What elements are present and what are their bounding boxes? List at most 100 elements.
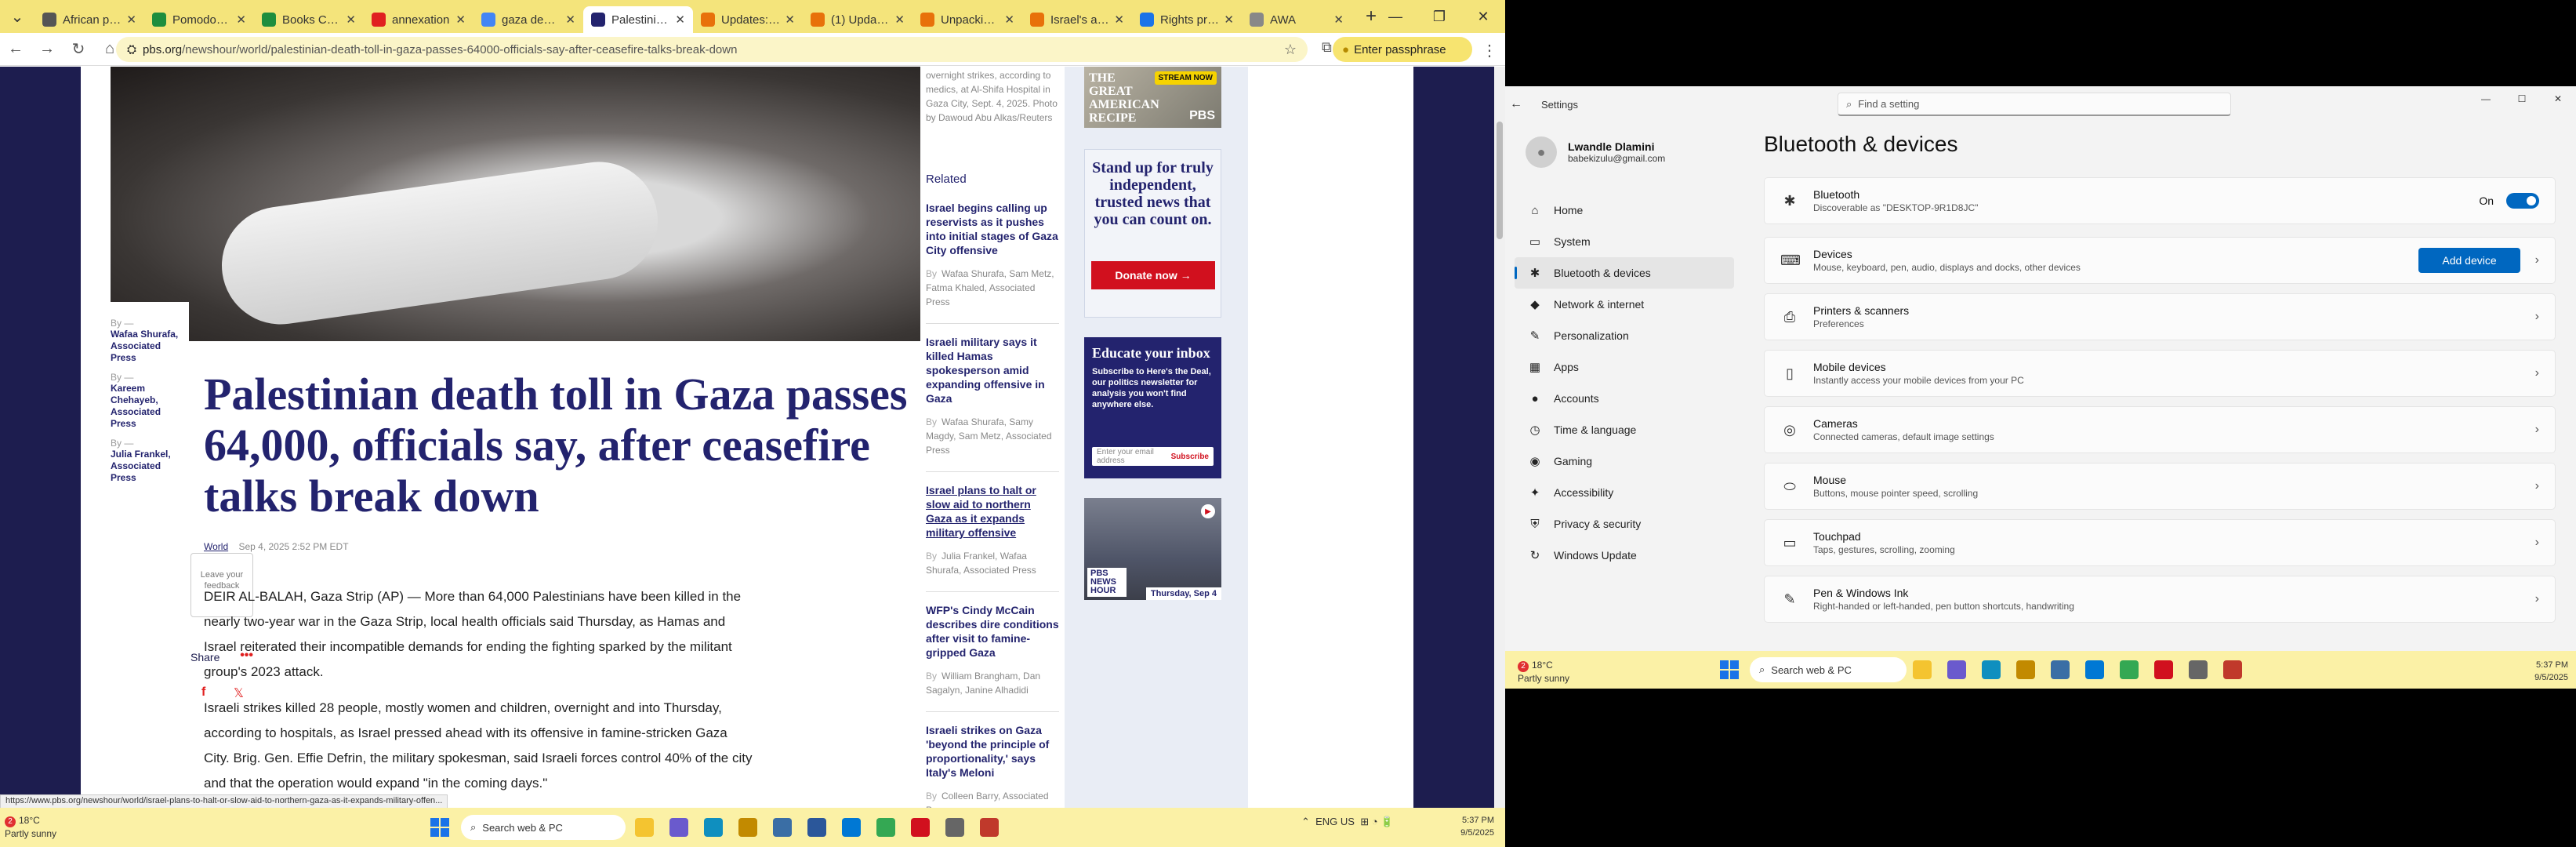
subscribe-button[interactable]: Subscribe (1171, 453, 1209, 461)
app-icon[interactable] (980, 818, 999, 837)
tab-close-icon[interactable]: ✕ (785, 13, 795, 27)
url-field[interactable]: ⛭ pbs.org /newshour/world/palestinian-de… (116, 37, 1308, 62)
chrome-icon[interactable] (2120, 660, 2139, 679)
bluetooth-card[interactable]: ✱ Bluetooth Discoverable as "DESKTOP-9R1… (1764, 177, 2556, 224)
file-explorer-icon[interactable] (1913, 660, 1932, 679)
tab-close-icon[interactable]: ✕ (346, 13, 356, 27)
minimize-icon[interactable]: — (1373, 0, 1417, 33)
tab-8[interactable]: Unpacking I ✕ (912, 6, 1022, 33)
settings-search[interactable]: ⌕ Find a setting (1838, 93, 2231, 116)
site-info-icon[interactable]: ⛭ (127, 43, 136, 56)
related-title[interactable]: Israel begins calling up reservists as i… (926, 201, 1059, 257)
byline-author[interactable]: Wafaa Shurafa, Associated Press (111, 329, 189, 364)
minimize-icon[interactable]: — (2468, 91, 2504, 107)
card-cameras[interactable]: ◎ Cameras Connected cameras, default image… (1764, 406, 2556, 453)
tab-5[interactable]: Palestinian d ✕ (583, 6, 693, 33)
edge-icon[interactable] (1982, 660, 2001, 679)
tab-2[interactable]: Books Comp ✕ (254, 6, 364, 33)
tab-10[interactable]: Rights probe ✕ (1132, 6, 1242, 33)
card-pen-windows-ink[interactable]: ✎ Pen & Windows Ink Right-handed or left-h… (1764, 576, 2556, 623)
nav-item-apps[interactable]: ▦ Apps (1515, 351, 1734, 383)
reload-icon[interactable]: ↻ (63, 33, 94, 66)
byline-author[interactable]: Kareem Chehayeb, Associated Press (111, 383, 189, 430)
passphrase-button[interactable]: ● Enter passphrase (1333, 37, 1472, 62)
app-icon[interactable] (2051, 660, 2070, 679)
clock[interactable]: 5:37 PM 9/5/2025 (1460, 814, 1494, 839)
back-icon[interactable]: ← (0, 33, 31, 66)
outlook-icon[interactable] (2085, 660, 2104, 679)
browser-menu-icon[interactable]: ⋮ (1482, 41, 1497, 60)
section-link[interactable]: World (204, 541, 228, 552)
close-icon[interactable]: ✕ (1461, 0, 1505, 33)
byline-author[interactable]: Julia Frankel, Associated Press (111, 449, 189, 484)
app-icon[interactable] (2016, 660, 2035, 679)
nav-item-gaming[interactable]: ◉ Gaming (1515, 445, 1734, 477)
settings-icon[interactable] (945, 818, 964, 837)
tab-6[interactable]: Updates: Cu ✕ (693, 6, 803, 33)
bluetooth-toggle[interactable] (2506, 193, 2539, 209)
nav-item-privacy-security[interactable]: ⛨ Privacy & security (1515, 508, 1734, 540)
tab-7[interactable]: (1) Update I ✕ (803, 6, 912, 33)
card-touchpad[interactable]: ▭ Touchpad Taps, gestures, scrolling, zoom… (1764, 519, 2556, 566)
tab-3[interactable]: annexation ✕ (364, 6, 473, 33)
user-profile[interactable]: ● Lwandle Dlamini babekizulu@gmail.com (1526, 136, 1665, 168)
play-icon[interactable]: ▶ (1201, 504, 1215, 518)
related-title[interactable]: Israeli strikes on Gaza 'beyond the prin… (926, 723, 1059, 780)
edge-icon[interactable] (704, 818, 723, 837)
page-scrollbar[interactable] (1494, 67, 1505, 808)
tab-close-icon[interactable]: ✕ (455, 13, 466, 27)
related-title[interactable]: Israeli military says it killed Hamas sp… (926, 335, 1059, 405)
related-title[interactable]: Israel plans to halt or slow aid to nort… (926, 483, 1059, 540)
tab-close-icon[interactable]: ✕ (1333, 13, 1344, 27)
tab-1[interactable]: Pomodoro Ti ✕ (144, 6, 254, 33)
maximize-icon[interactable]: ☐ (2504, 91, 2540, 107)
donate-button[interactable]: Donate now → (1091, 261, 1215, 289)
card-printers-scanners[interactable]: ⎙ Printers & scanners Preferences › (1764, 293, 2556, 340)
acrobat-icon[interactable] (2154, 660, 2173, 679)
tab-close-icon[interactable]: ✕ (675, 13, 685, 27)
settings-icon[interactable] (2189, 660, 2208, 679)
outlook-icon[interactable] (842, 818, 861, 837)
start-icon[interactable] (1720, 660, 1739, 679)
app-icon[interactable] (807, 818, 826, 837)
restore-icon[interactable]: ❐ (1417, 0, 1461, 33)
file-explorer-icon[interactable] (635, 818, 654, 837)
card-devices[interactable]: ⌨ Devices Mouse, keyboard, pen, audio, dis… (1764, 237, 2556, 284)
tab-4[interactable]: gaza death t ✕ (473, 6, 583, 33)
tab-0[interactable]: African pop ✕ (34, 6, 144, 33)
taskbar-search[interactable]: ⌕ Search web & PC (1750, 657, 1907, 682)
nav-item-home[interactable]: ⌂ Home (1515, 194, 1734, 226)
weather-widget[interactable]: 2 18°C Partly sunny (5, 814, 56, 840)
tab-close-icon[interactable]: ✕ (1114, 13, 1124, 27)
clock[interactable]: 5:37 PM 9/5/2025 (2534, 659, 2568, 684)
forward-icon[interactable]: → (31, 33, 63, 66)
copilot-icon[interactable] (669, 818, 688, 837)
close-icon[interactable]: ✕ (2540, 91, 2576, 107)
nav-item-windows-update[interactable]: ↻ Windows Update (1515, 540, 1734, 571)
nav-item-personalization[interactable]: ✎ Personalization (1515, 320, 1734, 351)
tab-close-icon[interactable]: ✕ (236, 13, 246, 27)
copilot-icon[interactable] (1947, 660, 1966, 679)
nav-item-accounts[interactable]: ● Accounts (1515, 383, 1734, 414)
scrollbar-thumb[interactable] (1497, 122, 1503, 239)
related-title[interactable]: WFP's Cindy McCain describes dire condit… (926, 603, 1059, 660)
app-icon[interactable] (738, 818, 757, 837)
app-icon[interactable] (2223, 660, 2242, 679)
tab-close-icon[interactable]: ✕ (1004, 13, 1014, 27)
add-device-button[interactable]: Add device (2418, 248, 2520, 273)
tab-menu-chevron-icon[interactable]: ⌄ (0, 0, 34, 33)
system-tray[interactable]: ⌃ ENG US ⊞ ◔ 🔋 (1301, 816, 1393, 828)
acrobat-icon[interactable] (911, 818, 930, 837)
nav-item-accessibility[interactable]: ✦ Accessibility (1515, 477, 1734, 508)
weather-widget[interactable]: 2 18°C Partly sunny (1518, 659, 1569, 685)
nav-item-bluetooth-devices[interactable]: ✱ Bluetooth & devices (1515, 257, 1734, 289)
bookmark-star-icon[interactable]: ☆ (1284, 42, 1297, 58)
app-icon[interactable] (773, 818, 792, 837)
back-arrow-icon[interactable]: ← (1510, 97, 1522, 111)
tab-9[interactable]: Israel's apo ✕ (1022, 6, 1132, 33)
newsletter-email-input[interactable]: Enter your email address Subscribe (1092, 447, 1214, 466)
ad-great-american-recipe[interactable]: THE GREAT AMERICAN RECIPE STREAM NOW PBS (1084, 67, 1221, 128)
taskbar-search[interactable]: ⌕ Search web & PC (461, 815, 626, 840)
lang-indicator[interactable]: ENG US (1315, 816, 1355, 827)
nav-item-time-language[interactable]: ◷ Time & language (1515, 414, 1734, 445)
